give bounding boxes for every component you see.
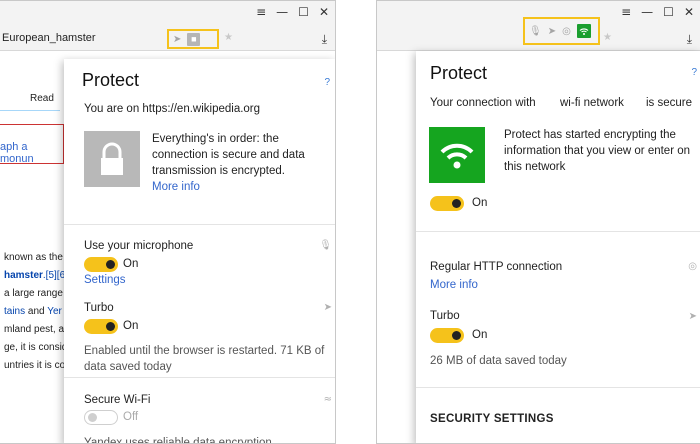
popup-title: Protect <box>82 70 140 90</box>
right-browser-window: ≡ — ☐ ✕ 🎙 ➤ ◎ ★ ⤓ Protect ? Your connect… <box>376 0 700 444</box>
wikipedia-page-background: Read aph a monun known as the hamster.[5… <box>0 51 70 443</box>
security-settings-header[interactable]: SECURITY SETTINGS <box>430 411 554 427</box>
protect-popup: Protect ? Your connection with wi-fi net… <box>416 51 700 443</box>
turbo-toggle-state: On <box>123 320 139 332</box>
turbo-note: Enabled until the browser is restarted. … <box>84 345 325 373</box>
divider <box>416 387 700 388</box>
address-bar[interactable]: 🎙 ➤ ◎ ★ ⤓ <box>377 17 700 51</box>
protect-highlight: 🎙 ➤ ◎ <box>523 17 600 45</box>
wiki-line: known as the <box>4 252 63 263</box>
microphone-toggle-state: On <box>123 258 139 270</box>
help-icon[interactable]: ? <box>691 67 697 78</box>
settings-link[interactable]: Settings <box>84 274 126 286</box>
divider <box>64 224 335 225</box>
download-icon[interactable]: ⤓ <box>322 32 327 47</box>
protect-popup: Protect ? You are on https://en.wikipedi… <box>64 59 335 444</box>
minimize-icon[interactable]: — <box>276 5 288 19</box>
secure-wifi-toggle[interactable] <box>84 410 118 425</box>
address-text[interactable]: European_hamster <box>2 32 96 44</box>
more-info-link[interactable]: More info <box>152 181 200 193</box>
protect-highlight: ➤ ■ <box>167 29 219 49</box>
wifi-icon: ≈ <box>323 394 332 405</box>
secure-wifi-toggle-state: Off <box>123 411 139 423</box>
wifi-icon[interactable] <box>576 24 591 38</box>
turbo-toggle-state: On <box>472 329 488 341</box>
connection-suffix: is secure <box>646 97 693 109</box>
lock-icon <box>84 131 140 187</box>
connection-prefix: Your connection with <box>430 97 536 109</box>
globe-icon: ◎ <box>688 261 697 272</box>
secure-wifi-label: Secure Wi-Fi <box>84 394 151 406</box>
rocket-icon[interactable]: ➤ <box>548 26 556 37</box>
close-icon[interactable]: ✕ <box>319 5 329 19</box>
turbo-note: 26 MB of data saved today <box>430 355 567 367</box>
maximize-icon[interactable]: ☐ <box>663 5 674 19</box>
download-icon[interactable]: ⤓ <box>687 32 692 47</box>
more-info-link[interactable]: More info <box>430 279 478 291</box>
rocket-icon: ➤ <box>323 302 332 313</box>
menu-icon[interactable]: ≡ <box>621 5 631 19</box>
wiki-line: hamster.[5][6 <box>4 270 66 281</box>
microphone-icon: 🎙 <box>319 240 332 251</box>
lock-icon[interactable]: ■ <box>187 32 201 46</box>
microphone-toggle[interactable] <box>84 257 118 272</box>
site-url-text: You are on https://en.wikipedia.org <box>84 103 261 115</box>
popup-title: Protect <box>430 63 488 83</box>
divider <box>64 377 335 378</box>
star-icon[interactable]: ★ <box>224 32 233 43</box>
wiki-line: untries it is co <box>4 360 66 371</box>
encryption-status-text: Protect has started encrypting the infor… <box>504 129 691 173</box>
divider <box>416 231 700 232</box>
wiki-line: tains and Yer <box>4 306 62 317</box>
wiki-line: a large range <box>4 288 63 299</box>
connection-status-text: Everything's in order: the connection is… <box>152 133 305 177</box>
title-bar: ≡ — ☐ ✕ <box>0 1 335 27</box>
secure-wifi-toggle-state: On <box>472 197 488 209</box>
menu-icon[interactable]: ≡ <box>256 5 266 19</box>
microphone-label: Use your microphone <box>84 240 194 252</box>
help-icon[interactable]: ? <box>324 77 330 88</box>
star-icon[interactable]: ★ <box>603 32 612 43</box>
rocket-icon: ➤ <box>688 311 697 322</box>
left-browser-window: ≡ — ☐ ✕ European_hamster ➤ ■ ★ ⤓ Read ap… <box>0 0 336 444</box>
close-icon[interactable]: ✕ <box>684 5 694 19</box>
rocket-icon[interactable]: ➤ <box>173 34 181 45</box>
turbo-toggle[interactable] <box>84 319 118 334</box>
wiki-line: mland pest, a <box>4 324 65 335</box>
wifi-icon <box>429 127 485 183</box>
maximize-icon[interactable]: ☐ <box>298 5 309 19</box>
minimize-icon[interactable]: — <box>641 5 653 19</box>
shield-icon[interactable]: ◎ <box>562 26 571 37</box>
connection-network: wi-fi network <box>560 97 624 109</box>
http-connection-label: Regular HTTP connection <box>430 261 563 273</box>
turbo-label: Turbo <box>430 310 460 322</box>
window-controls: ≡ — ☐ ✕ <box>621 5 694 19</box>
wiki-article-text: known as the hamster.[5][6 a large range… <box>4 249 67 375</box>
wiki-line: ge, it is consid <box>4 342 68 353</box>
wiki-notice-box: aph a monun <box>0 124 64 165</box>
microphone-icon[interactable]: 🎙 <box>529 26 542 37</box>
window-controls: ≡ — ☐ ✕ <box>256 5 329 19</box>
turbo-toggle[interactable] <box>430 328 464 343</box>
wiki-boxed-link[interactable]: aph a monun <box>0 141 63 165</box>
turbo-label: Turbo <box>84 302 114 314</box>
secure-wifi-toggle[interactable] <box>430 196 464 211</box>
secure-wifi-note: Yandex uses reliable data encryption <box>84 437 272 444</box>
address-bar[interactable]: European_hamster ➤ ■ ★ ⤓ <box>0 27 335 51</box>
wiki-read-tab[interactable]: Read <box>30 93 54 104</box>
